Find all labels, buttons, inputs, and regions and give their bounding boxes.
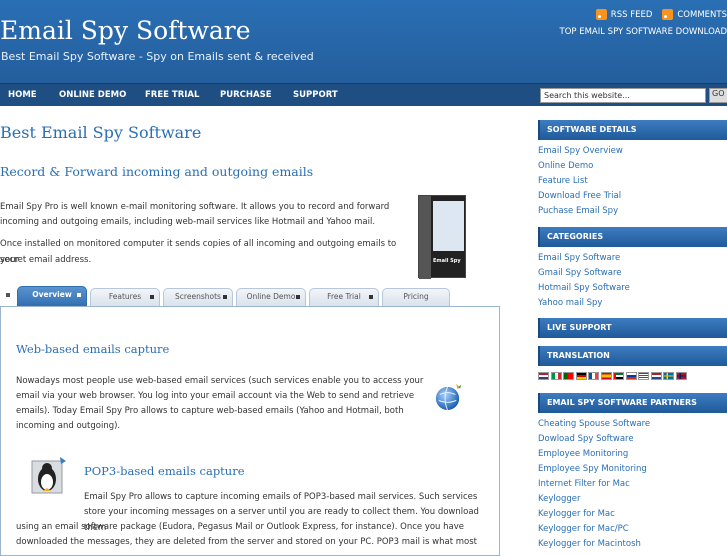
intro-line: secret email address. (0, 253, 405, 269)
sidebar-link[interactable]: Gmail Spy Software (538, 268, 622, 278)
translation-flags (538, 372, 687, 380)
tab-overview[interactable]: Overview (17, 286, 87, 307)
header: Email Spy Software Best Email Spy Softwa… (0, 0, 727, 83)
tab-online-demo[interactable]: Online Demo (236, 288, 306, 306)
sidebar-link[interactable]: Keylogger for Mac (538, 509, 615, 519)
tab-dot (77, 293, 81, 297)
flag-icon[interactable] (538, 372, 549, 380)
globe-icon (433, 381, 464, 412)
sidebar-link[interactable]: Employee Monitoring (538, 449, 628, 459)
sidebar-link[interactable]: Dowload Spy Software (538, 434, 634, 444)
sidebar-link[interactable]: Keylogger for Macintosh (538, 539, 641, 549)
sidebar-heading-software-details: SOFTWARE DETAILS (538, 120, 727, 140)
tab-features[interactable]: Features (90, 288, 160, 306)
tab-screenshots[interactable]: Screenshots (163, 288, 233, 306)
paragraph-line: downloaded the messages, they are delete… (16, 535, 477, 551)
flag-icon[interactable] (663, 372, 674, 380)
sidebar-link[interactable]: Email Spy Overview (538, 146, 623, 156)
flag-icon[interactable] (676, 372, 687, 380)
tab-bullet (6, 293, 10, 297)
sidebar-link[interactable]: Hotmail Spy Software (538, 283, 630, 293)
flag-icon[interactable] (563, 372, 574, 380)
tab-pricing[interactable]: Pricing (382, 288, 450, 306)
sidebar-link[interactable]: Download Free Trial (538, 191, 621, 201)
sidebar-heading-categories: CATEGORIES (538, 227, 727, 247)
comments-feed-link[interactable]: COMMENTS (662, 9, 727, 20)
header-links: RSS FEED COMMENTS (596, 9, 727, 20)
sidebar-link[interactable]: Employee Spy Monitoring (538, 464, 647, 474)
sidebar-link[interactable]: Internet Filter for Mac (538, 479, 630, 489)
nav-online-demo[interactable]: ONLINE DEMO (59, 90, 126, 100)
sidebar-heading-translation: TRANSLATION (538, 346, 727, 366)
paragraph-line: Nowadays most people use web-based email… (16, 374, 423, 390)
page-subtitle: Record & Forward incoming and outgoing e… (0, 164, 313, 179)
sidebar-heading-partners: EMAIL SPY SOFTWARE PARTNERS (538, 393, 727, 413)
sidebar-link[interactable]: Online Demo (538, 161, 593, 171)
sidebar-link[interactable]: Yahoo mail Spy (538, 298, 602, 308)
nav-support[interactable]: SUPPORT (293, 90, 338, 100)
tab-dot (296, 295, 300, 299)
paragraph-line: email via your web browser. You log into… (16, 389, 414, 405)
flag-icon[interactable] (576, 372, 587, 380)
tux-penguin-icon (30, 455, 70, 495)
nav-bar: HOME ONLINE DEMO FREE TRIAL PURCHASE SUP… (0, 83, 727, 106)
rss-feed-link[interactable]: RSS FEED (596, 9, 653, 20)
site-title[interactable]: Email Spy Software (0, 16, 251, 45)
paragraph-line: incoming and outgoing). (16, 419, 120, 435)
flag-icon[interactable] (651, 372, 662, 380)
overview-panel: Web-based emails capture Nowadays most p… (0, 306, 500, 556)
paragraph-line: Email Spy Pro allows to capture incoming… (84, 490, 477, 506)
flag-icon[interactable] (551, 372, 562, 380)
nav-purchase[interactable]: PURCHASE (220, 90, 272, 100)
search-go-button[interactable]: GO (709, 88, 727, 103)
sidebar-link[interactable]: Feature List (538, 176, 588, 186)
tab-dot (369, 295, 373, 299)
search-input[interactable] (540, 88, 706, 103)
nav-free-trial[interactable]: FREE TRIAL (145, 90, 199, 100)
section-heading-pop3: POP3-based emails capture (84, 464, 245, 478)
sidebar-link[interactable]: Cheating Spouse Software (538, 419, 650, 429)
tab-dot (223, 295, 227, 299)
sidebar-link[interactable]: Email Spy Software (538, 253, 620, 263)
flag-icon[interactable] (588, 372, 599, 380)
product-box-label: Email Spy (433, 258, 461, 264)
product-box-image: Email Spy (418, 195, 466, 278)
flag-icon[interactable] (613, 372, 624, 380)
product-box-cover (433, 201, 464, 251)
section-heading-web: Web-based emails capture (16, 342, 169, 356)
paragraph-line: emails). Today Email Spy Pro allows to c… (16, 404, 404, 420)
page-title: Best Email Spy Software (0, 123, 201, 142)
tab-free-trial[interactable]: Free Trial (309, 288, 379, 306)
site-tagline: Best Email Spy Software - Spy on Emails … (1, 50, 314, 63)
rss-icon (596, 9, 607, 20)
nav-home[interactable]: HOME (8, 90, 37, 100)
intro-line: incoming and outgoing emails, including … (0, 215, 405, 231)
flag-icon[interactable] (626, 372, 637, 380)
flag-icon[interactable] (601, 372, 612, 380)
top-download-link[interactable]: TOP EMAIL SPY SOFTWARE DOWNLOAD (560, 27, 727, 37)
sidebar-link[interactable]: Keylogger for Mac/PC (538, 524, 629, 534)
paragraph-line: using an email software package (Eudora,… (16, 520, 464, 536)
rss-icon (662, 9, 673, 20)
intro-line: Email Spy Pro is well known e-mail monit… (0, 200, 405, 216)
flag-icon[interactable] (638, 372, 649, 380)
product-box-side (419, 196, 431, 279)
sidebar-link[interactable]: Keylogger (538, 494, 581, 504)
sidebar-heading-live-support[interactable]: LIVE SUPPORT (538, 318, 727, 338)
sidebar-link[interactable]: Puchase Email Spy (538, 206, 618, 216)
tab-dot (150, 295, 154, 299)
